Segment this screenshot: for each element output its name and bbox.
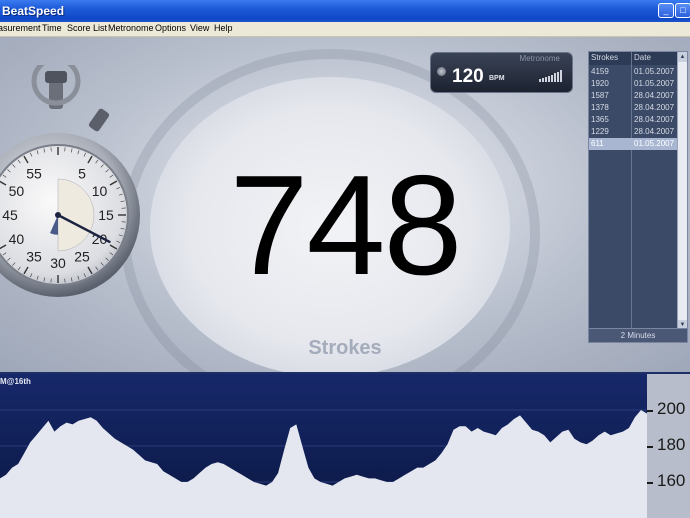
score-strokes: 1378: [591, 103, 609, 112]
score-row[interactable]: 1920 01.05.2007: [589, 78, 679, 90]
scroll-up-icon[interactable]: ▲: [678, 52, 687, 62]
score-date: 01.05.2007: [634, 139, 675, 148]
dial-number: 25: [74, 249, 90, 265]
menu-help[interactable]: Help: [214, 23, 233, 33]
main-display: 748 Strokes Metronome 120 BPM Strokes Da…: [0, 37, 690, 372]
stopwatch-icon: 510152025303540455055: [0, 65, 140, 297]
score-row[interactable]: 1229 28.04.2007: [589, 126, 679, 138]
score-strokes: 1365: [591, 115, 609, 124]
title-bar: BeatSpeed _ □: [0, 0, 690, 22]
menu-score-list[interactable]: Score List: [67, 23, 107, 33]
y-tick-label: 200: [657, 399, 686, 418]
column-header-date[interactable]: Date: [634, 53, 651, 62]
beat-graph: M@16th 200 180 160: [0, 372, 690, 518]
graph-label: M@16th: [0, 377, 31, 386]
y-tick-mark: [647, 410, 653, 412]
score-date: 28.04.2007: [634, 103, 675, 112]
score-date: 28.04.2007: [634, 91, 675, 100]
dial-number: 45: [2, 207, 18, 223]
dial-number: 10: [92, 183, 108, 199]
y-tick-mark: [647, 446, 653, 448]
score-list-header: Strokes Date: [589, 52, 679, 65]
y-tick-label: 180: [657, 435, 686, 454]
score-strokes: 1920: [591, 79, 609, 88]
score-row[interactable]: 1365 28.04.2007: [589, 114, 679, 126]
metronome-bpm-value: 120: [452, 66, 484, 87]
graph-y-axis: 200 180 160: [647, 374, 690, 518]
y-tick-mark: [647, 482, 653, 484]
menu-metronome[interactable]: Metronome: [108, 23, 154, 33]
score-row[interactable]: 1587 28.04.2007: [589, 90, 679, 102]
score-list-duration[interactable]: 2 Minutes: [589, 328, 687, 342]
menu-time[interactable]: Time: [42, 23, 62, 33]
menu-measurement[interactable]: asurement: [0, 23, 41, 33]
metronome-bpm-unit: BPM: [489, 75, 505, 82]
y-tick-label: 160: [657, 471, 686, 490]
strokes-label: Strokes: [308, 337, 382, 359]
metronome-title: Metronome: [519, 54, 560, 63]
dial-number: 50: [9, 183, 25, 199]
score-list[interactable]: Strokes Date 4159 01.05.2007 1920 01.05.…: [588, 51, 688, 343]
score-row-selected[interactable]: 611 01.05.2007: [589, 138, 679, 150]
dial-number: 40: [9, 231, 25, 247]
score-date: 28.04.2007: [634, 127, 675, 136]
score-date: 01.05.2007: [634, 67, 675, 76]
beat-graph-plot: [0, 374, 647, 518]
dial-number: 35: [26, 249, 42, 265]
dial-number: 30: [50, 255, 66, 271]
score-strokes: 1587: [591, 91, 609, 100]
score-row[interactable]: 4159 01.05.2007: [589, 66, 679, 78]
dial-number: 15: [98, 207, 114, 223]
metronome-knob-icon[interactable]: [437, 67, 446, 76]
score-strokes: 611: [591, 139, 604, 148]
menu-view[interactable]: View: [190, 23, 209, 33]
metronome-widget[interactable]: Metronome 120 BPM: [430, 52, 573, 93]
score-date: 01.05.2007: [634, 79, 675, 88]
minimize-button[interactable]: _: [658, 3, 674, 18]
score-strokes: 1229: [591, 127, 609, 136]
score-row[interactable]: 1378 28.04.2007: [589, 102, 679, 114]
score-date: 28.04.2007: [634, 115, 675, 124]
score-strokes: 4159: [591, 67, 609, 76]
dial-number: 5: [78, 165, 86, 181]
score-list-scrollbar[interactable]: ▲ ▼: [677, 52, 687, 330]
window-title: BeatSpeed: [2, 4, 65, 18]
menu-options[interactable]: Options: [155, 23, 186, 33]
menu-bar: asurement Time Score List Metronome Opti…: [0, 22, 690, 37]
dial-number: 55: [26, 165, 42, 181]
maximize-button[interactable]: □: [675, 3, 690, 18]
column-header-strokes[interactable]: Strokes: [591, 53, 618, 62]
